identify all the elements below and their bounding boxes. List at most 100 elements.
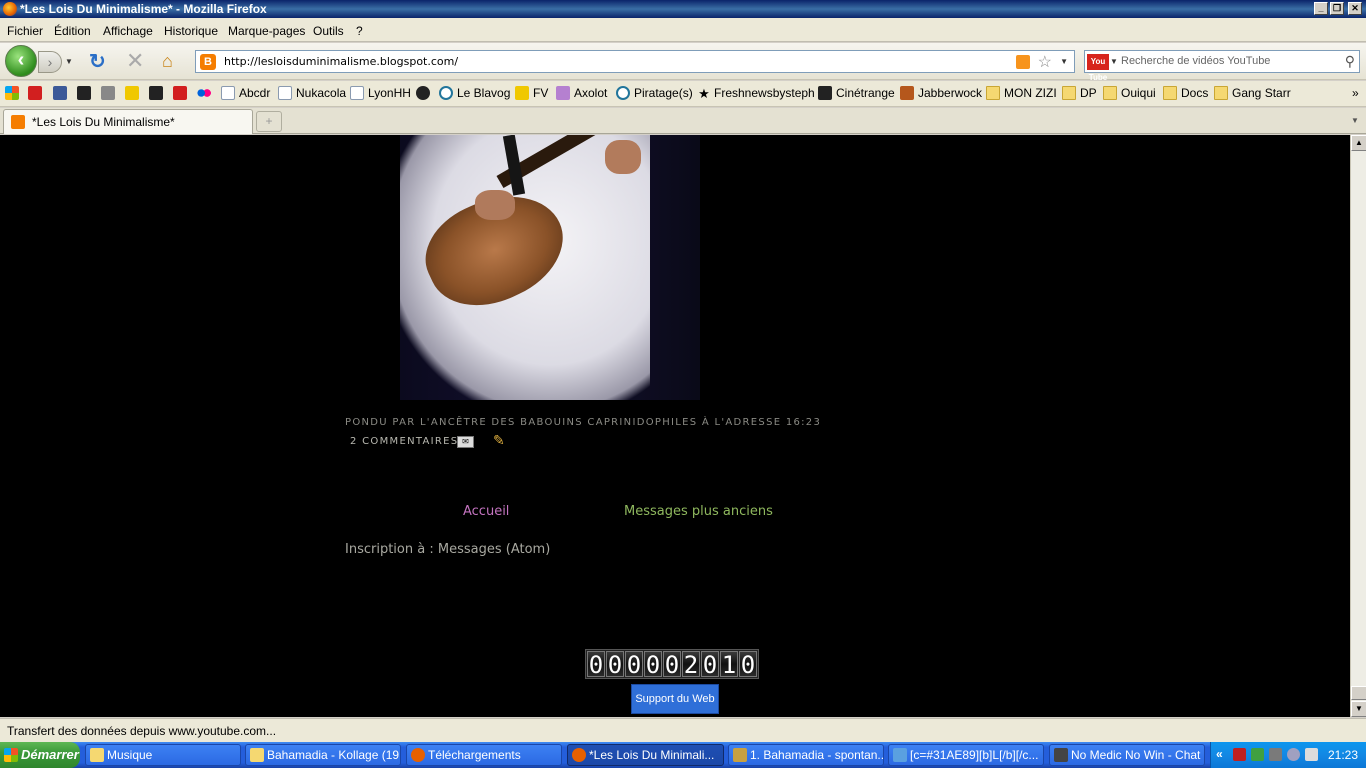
url-text[interactable]: http://lesloisduminimalisme.blogspot.com… — [224, 55, 458, 68]
bookmark-piratages[interactable]: Piratage(s) — [616, 86, 693, 102]
task-telechargements[interactable]: Téléchargements — [406, 744, 562, 766]
home-button[interactable]: ⌂ — [162, 51, 173, 71]
photo-hand-fretting — [605, 140, 641, 174]
folder-icon — [90, 748, 104, 762]
task-musique[interactable]: Musique — [85, 744, 241, 766]
email-post-icon[interactable]: ✉ — [457, 436, 474, 448]
scroll-up-icon[interactable]: ▲ — [1351, 135, 1366, 151]
bookmark-le-blavog[interactable]: Le Blavog — [439, 86, 510, 102]
counter-digit: 2 — [682, 651, 700, 679]
bookmark-gang-starr[interactable]: Gang Starr — [1214, 86, 1291, 102]
tray-expand-button[interactable]: « — [1216, 747, 1223, 761]
bookmark-skull[interactable] — [101, 86, 119, 102]
bookmark-docs[interactable]: Docs — [1163, 86, 1208, 102]
new-tab-button[interactable]: + — [256, 111, 282, 132]
menu-fichier[interactable]: Fichier — [7, 24, 43, 38]
search-icon[interactable]: ⚲ — [1345, 53, 1355, 70]
bookmarks-overflow-button[interactable]: » — [1352, 86, 1359, 102]
bookmark-red-c[interactable] — [173, 86, 191, 102]
bookmark-red[interactable] — [28, 86, 46, 102]
bookmark-fv[interactable]: FV — [515, 86, 548, 102]
start-button[interactable]: Démarrer — [0, 742, 80, 768]
counter-digit: 0 — [644, 651, 662, 679]
minimize-button[interactable]: _ — [1314, 2, 1328, 15]
windows-icon — [5, 86, 19, 100]
bookmark-mask[interactable] — [149, 86, 167, 102]
bookmark-abcdr[interactable]: Abcdr — [221, 86, 270, 102]
scroll-down-icon[interactable]: ▼ — [1351, 701, 1366, 717]
tab-bar: *Les Lois Du Minimalisme* + ▼ — [0, 108, 1366, 134]
task-label: No Medic No Win - Chat — [1071, 748, 1201, 762]
bookmark-freshnewsbysteph[interactable]: ★ Freshnewsbysteph — [698, 86, 815, 102]
counter-digit: 0 — [625, 651, 643, 679]
forward-button[interactable]: › — [38, 51, 62, 73]
jabberwock-icon — [900, 86, 914, 100]
search-box[interactable]: You Tube ▼ Recherche de vidéos YouTube ⚲ — [1084, 50, 1360, 82]
menu-help[interactable]: ? — [356, 24, 363, 38]
comments-link[interactable]: 2 COMMENTAIRES — [350, 436, 458, 447]
search-placeholder[interactable]: Recherche de vidéos YouTube — [1121, 55, 1270, 67]
edit-pencil-icon[interactable]: ✎ — [493, 433, 505, 447]
youtube-icon[interactable]: You Tube — [1087, 54, 1109, 82]
bookmark-nukacola[interactable]: Nukacola — [278, 86, 346, 102]
steam-tray-icon[interactable] — [1269, 748, 1282, 761]
bookmark-vinyl[interactable] — [416, 86, 434, 102]
vertical-scrollbar[interactable]: ▲ ▼ — [1350, 135, 1366, 717]
stop-button[interactable]: ✕ — [126, 50, 144, 72]
support-du-web-button[interactable]: Support du Web — [631, 684, 719, 714]
tab-les-lois-du-minimalisme[interactable]: *Les Lois Du Minimalisme* — [3, 109, 253, 134]
back-button[interactable]: ‹ — [5, 45, 37, 77]
task-winamp-bahamadia[interactable]: 1. Bahamadia - spontan... — [728, 744, 884, 766]
wordpress-icon — [439, 86, 453, 100]
rss-feed-icon[interactable] — [1016, 55, 1030, 69]
older-posts-link[interactable]: Messages plus anciens — [624, 504, 773, 519]
volume-tray-icon[interactable] — [1305, 748, 1318, 761]
bookmark-ouiqui[interactable]: Ouiqui — [1103, 86, 1156, 102]
folder-icon — [1103, 86, 1117, 100]
clock[interactable]: 21:23 — [1328, 748, 1358, 762]
scroll-thumb[interactable] — [1351, 686, 1366, 700]
task-label: *Les Lois Du Minimali... — [589, 748, 715, 762]
messenger-icon — [893, 748, 907, 762]
acrobat-tray-icon[interactable] — [1233, 748, 1246, 761]
visit-counter[interactable]: 0 0 0 0 0 2 0 1 0 — [585, 649, 759, 679]
network-tray-icon[interactable] — [1251, 748, 1264, 761]
menu-marque-pages[interactable]: Marque-pages — [228, 24, 305, 38]
bookmark-dp[interactable]: DP — [1062, 86, 1097, 102]
bookmark-mon-zizi[interactable]: MON ZIZI — [986, 86, 1057, 102]
home-link[interactable]: Accueil — [463, 504, 509, 519]
red-icon — [28, 86, 42, 100]
folder-icon — [1062, 86, 1076, 100]
url-bar[interactable]: B http://lesloisduminimalisme.blogspot.c… — [195, 50, 1075, 73]
menu-affichage[interactable]: Affichage — [103, 24, 153, 38]
security-tray-icon[interactable] — [1287, 748, 1300, 761]
menu-historique[interactable]: Historique — [164, 24, 218, 38]
menu-outils[interactable]: Outils — [313, 24, 344, 38]
bookmark-star-icon[interactable]: ☆ — [1038, 52, 1052, 72]
bookmark-eye[interactable] — [125, 86, 143, 102]
bookmark-facebook[interactable] — [53, 86, 71, 102]
menu-edition[interactable]: Édition — [54, 24, 91, 38]
task-les-lois-du-minimalisme[interactable]: *Les Lois Du Minimali... — [567, 744, 724, 766]
reload-button[interactable]: ↻ — [89, 52, 106, 72]
url-dropdown-icon[interactable]: ▼ — [1060, 57, 1068, 66]
task-bahamadia-kollage[interactable]: Bahamadia - Kollage (19... — [245, 744, 401, 766]
bookmark-discogs[interactable] — [77, 86, 95, 102]
task-label: Téléchargements — [428, 748, 521, 762]
tab-list-dropdown-icon[interactable]: ▼ — [1347, 112, 1363, 130]
bookmark-windows[interactable] — [5, 86, 23, 102]
bookmark-axolot[interactable]: Axolot — [556, 86, 607, 102]
bookmark-flickr[interactable] — [197, 86, 215, 102]
close-button[interactable]: ✕ — [1348, 2, 1362, 15]
task-no-medic-no-win-chat[interactable]: No Medic No Win - Chat — [1049, 744, 1205, 766]
bookmark-cinetrange[interactable]: Cinétrange — [818, 86, 895, 102]
bookmark-label: Ouiqui — [1121, 86, 1156, 100]
maximize-button[interactable]: ❐ — [1330, 2, 1344, 15]
task-label: [c=#31AE89][b]L[/b][/c... — [910, 748, 1039, 762]
bookmark-jabberwock[interactable]: Jabberwock — [900, 86, 982, 102]
bookmark-lyonhh[interactable]: LyonHH — [350, 86, 411, 102]
search-engine-dropdown-icon[interactable]: ▼ — [1110, 57, 1118, 66]
atom-feed-link[interactable]: Messages (Atom) — [438, 542, 550, 557]
task-messenger-chat[interactable]: [c=#31AE89][b]L[/b][/c... — [888, 744, 1044, 766]
history-dropdown-icon[interactable]: ▼ — [65, 57, 73, 66]
